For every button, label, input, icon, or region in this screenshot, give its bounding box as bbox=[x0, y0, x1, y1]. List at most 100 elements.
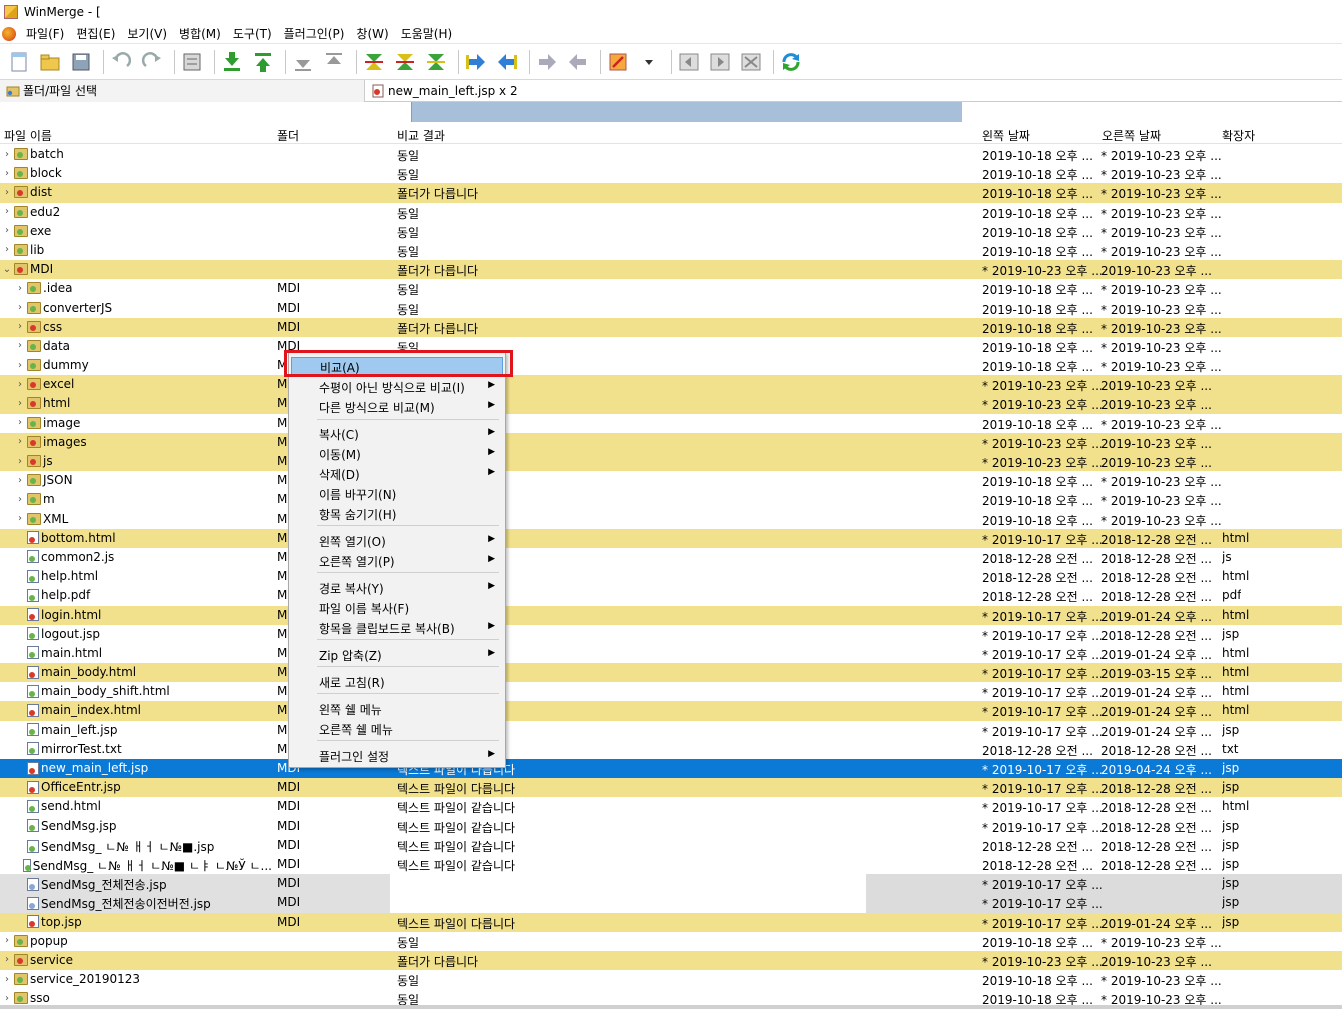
table-row[interactable]: main_index.htmlM니다* 2019-10-17 오후 ...201… bbox=[0, 701, 1342, 721]
table-row[interactable]: SendMsg.jsp MDI 텍스트 파일이 같습니다 * 2019-10-17 오… bbox=[0, 817, 1342, 836]
menu-item[interactable]: 창(W) bbox=[350, 25, 394, 42]
table-row[interactable]: › lib 동일 2019-10-18 오후 ... * 2019-10-23 오후 .… bbox=[0, 241, 1342, 260]
table-row[interactable]: main_body_shift.htmlM니다* 2019-10-17 오후 .… bbox=[0, 682, 1342, 701]
table-row[interactable]: › dist 폴더가 다릅니다 2019-10-18 오후 ... * 2019-10-… bbox=[0, 183, 1342, 203]
table-row[interactable]: help.pdfM니다2018-12-28 오전 ...2018-12-28 오… bbox=[0, 586, 1342, 605]
table-row[interactable]: › service 폴더가 다릅니다 * 2019-10-23 오후 ... 2019-… bbox=[0, 950, 1342, 971]
context-menu-item[interactable]: 플러그인 설정 ▶ bbox=[291, 746, 503, 766]
context-menu-item[interactable]: 다른 방식으로 비교(M) ▶ bbox=[291, 397, 503, 417]
menu-item[interactable]: 도구(T) bbox=[227, 25, 278, 42]
copy-right-button[interactable] bbox=[463, 49, 489, 75]
context-menu-item[interactable]: 오른쪽 열기(P) ▶ bbox=[291, 551, 503, 571]
table-row[interactable]: › XML M 2019-10-18 오후 ... * 2019-10-23 오후 ..… bbox=[0, 510, 1342, 529]
expand-arrow-icon[interactable]: › bbox=[2, 935, 12, 946]
expand-arrow-icon[interactable]: › bbox=[15, 302, 25, 313]
table-row[interactable]: › image M 2019-10-18 오후 ... * 2019-10-23 오후 … bbox=[0, 414, 1342, 433]
context-menu-item[interactable]: 복사(C) ▶ bbox=[291, 424, 503, 444]
options-button[interactable] bbox=[179, 49, 205, 75]
context-menu-item[interactable]: 수평이 아닌 방식으로 비교(I) ▶ bbox=[291, 377, 503, 397]
current-diff-button[interactable] bbox=[361, 49, 387, 75]
table-row[interactable]: new_main_left.jsp MDI 텍스트 파일이 다릅니다 * 2019-1… bbox=[0, 759, 1342, 779]
col-folder[interactable]: 폴더 bbox=[277, 127, 299, 144]
context-menu-item[interactable]: 이동(M) ▶ bbox=[291, 444, 503, 464]
table-row[interactable]: OfficeEntr.jsp MDI 텍스트 파일이 다릅니다 * 2019-10-1… bbox=[0, 778, 1342, 798]
expand-arrow-icon[interactable]: › bbox=[2, 244, 12, 255]
table-row[interactable]: › converterJS MDI 동일 2019-10-18 오후 ... * 2019… bbox=[0, 299, 1342, 318]
first-diff-button[interactable] bbox=[290, 49, 316, 75]
document-icon[interactable] bbox=[2, 26, 16, 41]
right-pane-button[interactable] bbox=[707, 49, 733, 75]
table-row[interactable]: send.html MDI 텍스트 파일이 같습니다 * 2019-10-17 오후 … bbox=[0, 797, 1342, 816]
context-menu-item[interactable]: 삭제(D) ▶ bbox=[291, 464, 503, 484]
table-row[interactable]: › popup 동일 2019-10-18 오후 ... * 2019-10-23 오후… bbox=[0, 932, 1342, 951]
table-row[interactable]: logout.jspM니다* 2019-10-17 오후 ...2018-12-… bbox=[0, 625, 1342, 644]
col-result[interactable]: 비교 결과 bbox=[397, 127, 445, 144]
next-diff-button[interactable] bbox=[219, 49, 245, 75]
table-row[interactable]: help.htmlM니다2018-12-28 오전 ...2018-12-28 … bbox=[0, 567, 1342, 586]
menu-item[interactable]: 파일(F) bbox=[20, 25, 70, 42]
table-row[interactable]: › dummy M 2019-10-18 오후 ... * 2019-10-23 오후 … bbox=[0, 356, 1342, 375]
context-menu-item[interactable]: 왼쪽 열기(O) ▶ bbox=[291, 531, 503, 551]
expand-arrow-icon[interactable]: › bbox=[15, 340, 25, 351]
tab-folder-select[interactable]: 폴더/파일 선택 bbox=[0, 79, 365, 102]
context-menu-item[interactable]: 오른쪽 쉘 메뉴 bbox=[291, 719, 503, 739]
expand-arrow-icon[interactable]: › bbox=[15, 475, 25, 486]
expand-arrow-icon[interactable]: › bbox=[15, 379, 25, 390]
table-row[interactable]: › m M 2019-10-18 오후 ... * 2019-10-23 오후 ... bbox=[0, 490, 1342, 509]
prev-diff-button[interactable] bbox=[250, 49, 276, 75]
copy-left-button[interactable] bbox=[494, 49, 520, 75]
right-path-field[interactable] bbox=[962, 102, 1342, 122]
expand-arrow-icon[interactable]: › bbox=[2, 954, 12, 965]
menu-item[interactable]: 플러그인(P) bbox=[278, 25, 351, 42]
table-row[interactable]: › html M * 2019-10-23 오후 ... 2019-10-23 오후 .… bbox=[0, 394, 1342, 414]
expand-arrow-icon[interactable]: › bbox=[15, 456, 25, 467]
all-diff-button[interactable] bbox=[423, 49, 449, 75]
table-row[interactable]: main.htmlM니다* 2019-10-17 오후 ...2019-01-2… bbox=[0, 644, 1342, 663]
table-row[interactable]: main_left.jspM니다* 2019-10-17 오후 ...2019-… bbox=[0, 721, 1342, 740]
table-row[interactable]: main_body.htmlM니다* 2019-10-17 오후 ...2019… bbox=[0, 663, 1342, 683]
table-row[interactable]: › batch 동일 2019-10-18 오후 ... * 2019-10-23 오후… bbox=[0, 145, 1342, 164]
refresh-button[interactable] bbox=[778, 49, 804, 75]
table-row[interactable]: SendMsg_ ㄴ№ ㅐㅓ ㄴ№■.jsp MDI 텍스트 파일이 같습니다 201… bbox=[0, 836, 1342, 855]
context-menu-item[interactable]: 파일 이름 복사(F) bbox=[291, 598, 503, 618]
table-row[interactable]: › JSON M 2019-10-18 오후 ... * 2019-10-23 오후 .… bbox=[0, 471, 1342, 490]
context-menu-item[interactable]: Zip 압축(Z) ▶ bbox=[291, 645, 503, 665]
table-row[interactable]: › service_20190123 동일 2019-10-18 오후 ... * 20… bbox=[0, 970, 1342, 989]
expand-arrow-icon[interactable]: › bbox=[15, 513, 25, 524]
context-menu-item[interactable]: 항목을 클립보드로 복사(B) ▶ bbox=[291, 618, 503, 638]
expand-arrow-icon[interactable]: › bbox=[15, 436, 25, 447]
table-row[interactable]: top.jsp MDI 텍스트 파일이 다릅니다 * 2019-10-17 오후 ..… bbox=[0, 912, 1342, 932]
table-row[interactable]: › images M * 2019-10-23 오후 ... 2019-10-23 오후… bbox=[0, 432, 1342, 452]
table-row[interactable]: › data MDI 동일 2019-10-18 오후 ... * 2019-10-23 … bbox=[0, 337, 1342, 356]
table-row[interactable]: mirrorTest.txtM니다2018-12-28 오전 ...2018-1… bbox=[0, 740, 1342, 759]
expand-arrow-icon[interactable]: › bbox=[15, 283, 25, 294]
menu-item[interactable]: 도움말(H) bbox=[395, 25, 459, 42]
copy-right-advance-button[interactable] bbox=[534, 49, 560, 75]
redo-button[interactable] bbox=[139, 49, 165, 75]
dropdown-arrow-button[interactable] bbox=[636, 49, 662, 75]
expand-arrow-icon[interactable]: › bbox=[2, 206, 12, 217]
expand-arrow-icon[interactable]: › bbox=[2, 187, 12, 198]
collapse-button[interactable] bbox=[738, 49, 764, 75]
context-menu-item[interactable]: 새로 고침(R) bbox=[291, 672, 503, 692]
expand-arrow-icon[interactable]: › bbox=[2, 225, 12, 236]
table-row[interactable]: › .idea MDI 동일 2019-10-18 오후 ... * 2019-10-23… bbox=[0, 279, 1342, 298]
col-left-date[interactable]: 왼쪽 날짜 bbox=[982, 127, 1030, 144]
table-row[interactable]: bottom.htmlM니다* 2019-10-17 오후 ...2018-12… bbox=[0, 528, 1342, 548]
menu-item[interactable]: 병합(M) bbox=[173, 25, 227, 42]
left-path-field[interactable] bbox=[0, 102, 412, 122]
table-row[interactable]: › css MDI 폴더가 다릅니다 2019-10-18 오후 ... * 2019-1… bbox=[0, 317, 1342, 337]
new-file-button[interactable] bbox=[6, 49, 32, 75]
menu-item[interactable]: 보기(V) bbox=[121, 25, 173, 42]
table-row[interactable]: common2.jsM니다2018-12-28 오전 ...2018-12-28… bbox=[0, 548, 1342, 567]
table-row[interactable]: SendMsg_전체전송이전버전.jsp MDI * 2019-10-17 오후 .… bbox=[0, 893, 1342, 913]
table-row[interactable]: ⌄ MDI 폴더가 다릅니다 * 2019-10-23 오후 ... 2019-10-2… bbox=[0, 260, 1342, 280]
context-menu-item[interactable]: 항목 숨기기(H) bbox=[291, 504, 503, 524]
expand-arrow-icon[interactable]: › bbox=[2, 168, 12, 179]
table-row[interactable]: › exe 동일 2019-10-18 오후 ... * 2019-10-23 오후 .… bbox=[0, 222, 1342, 241]
expanded-arrow-icon[interactable]: ⌄ bbox=[2, 264, 12, 275]
table-row[interactable]: › js M * 2019-10-23 오후 ... 2019-10-23 오후 ... bbox=[0, 452, 1342, 472]
expand-arrow-icon[interactable]: › bbox=[2, 149, 12, 160]
expand-arrow-icon[interactable]: › bbox=[2, 993, 12, 1004]
expand-arrow-icon[interactable]: › bbox=[2, 974, 12, 985]
